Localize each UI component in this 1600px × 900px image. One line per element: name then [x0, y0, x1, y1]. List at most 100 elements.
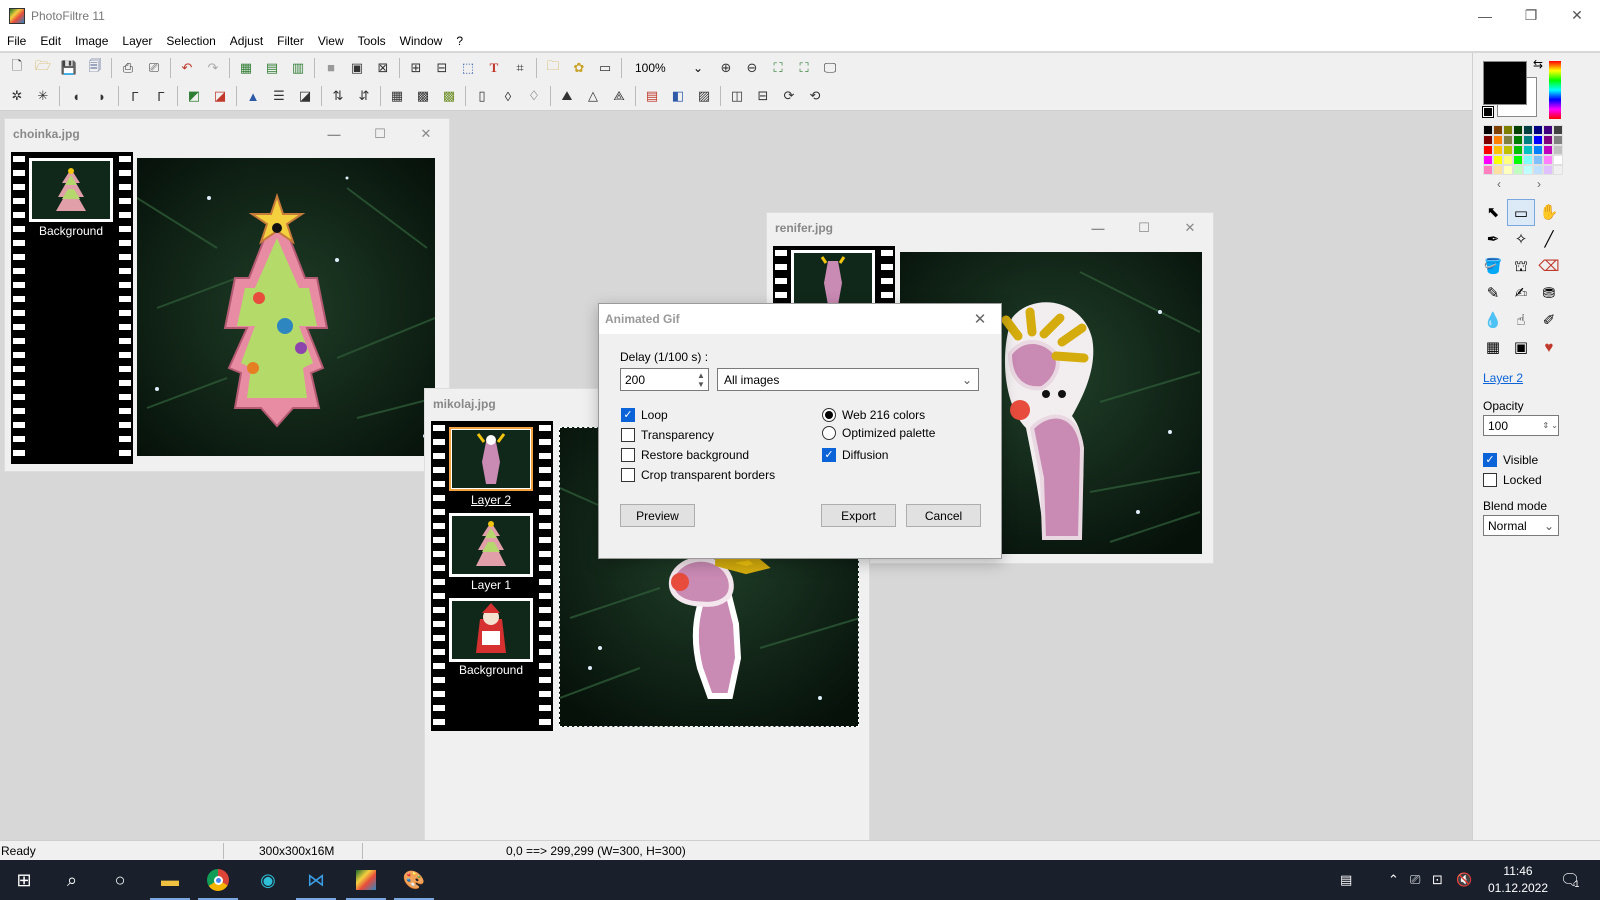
plugins-icon[interactable]: ✿ [566, 56, 592, 80]
fill-tool-icon[interactable]: 🪣 [1479, 253, 1507, 280]
diffusion-checkbox[interactable]: ✓ Diffusion [822, 448, 888, 462]
gamma-icon[interactable]: ▲ [240, 84, 266, 108]
palette-swatch[interactable] [1493, 165, 1503, 175]
menu-adjust[interactable]: Adjust [223, 31, 270, 51]
palette-swatch[interactable] [1483, 165, 1493, 175]
paste-new-icon[interactable]: ▥ [285, 56, 311, 80]
minimize-button[interactable]: — [1075, 213, 1121, 243]
spinner-arrows-icon[interactable]: ⇕ ⌄ [1542, 421, 1558, 430]
line-tool-icon[interactable]: ╱ [1535, 226, 1563, 253]
clock[interactable]: 11:46 01.12.2022 [1484, 860, 1552, 900]
close-button[interactable]: ✕ [1554, 0, 1600, 31]
menu-help[interactable]: ? [449, 31, 470, 51]
locked-checkbox[interactable]: Locked [1483, 473, 1542, 487]
portrait-tool-icon[interactable]: ▣ [1507, 334, 1535, 361]
fullscreen-icon[interactable]: 🖵 [817, 56, 843, 80]
filter-grid-1-icon[interactable]: ▦ [384, 84, 410, 108]
eyedropper-tool-icon[interactable]: ✒ [1479, 226, 1507, 253]
palette-swatch[interactable] [1513, 165, 1523, 175]
menu-filter[interactable]: Filter [270, 31, 311, 51]
grayscale-icon[interactable]: ■ [318, 56, 344, 80]
palette-swatch[interactable] [1493, 125, 1503, 135]
start-icon[interactable]: ⊞ [0, 860, 48, 900]
magic-wand-icon[interactable]: ✲ [4, 84, 30, 108]
spinner-arrows-icon[interactable]: ▲ ▼ [694, 371, 708, 389]
document-window-choinka[interactable]: choinka.jpg — ☐ ✕ Background [4, 118, 450, 472]
scope-select[interactable]: All images ⌄ [717, 368, 979, 391]
explorer-icon[interactable]: 🗀 [540, 56, 566, 80]
restore-button[interactable]: ❐ [1508, 0, 1554, 31]
saturation-down-icon[interactable]: ◩ [181, 84, 207, 108]
document-title-bar[interactable]: renifer.jpg — ☐ ✕ [767, 213, 1213, 243]
palette-swatch[interactable] [1483, 125, 1493, 135]
colors-icon[interactable]: ▣ [344, 56, 370, 80]
palette-swatch[interactable] [1543, 165, 1553, 175]
contrast-down-icon[interactable]: Γ [122, 84, 148, 108]
window-icon[interactable]: ▭ [592, 56, 618, 80]
saturation-up-icon[interactable]: ◪ [207, 84, 233, 108]
invert-icon[interactable]: ◪ [292, 84, 318, 108]
blur-icon[interactable]: ▯ [469, 84, 495, 108]
menu-layer[interactable]: Layer [115, 31, 159, 51]
layer-thumbnail[interactable] [449, 513, 533, 577]
palette-swatch[interactable] [1523, 155, 1533, 165]
opacity-spinner[interactable]: 100 ⇕ ⌄ [1483, 415, 1559, 436]
save-icon[interactable]: 💾 [56, 56, 82, 80]
edge-icon[interactable]: ◉ [244, 860, 292, 900]
file-explorer-icon[interactable]: ▬ [146, 860, 194, 900]
strawberry-tool-icon[interactable]: ♥ [1535, 334, 1563, 361]
crop-borders-checkbox[interactable]: Crop transparent borders [621, 468, 775, 482]
canvas-choinka[interactable] [137, 158, 435, 456]
image-size-icon[interactable]: ⊞ [403, 56, 429, 80]
palette-swatch[interactable] [1553, 165, 1563, 175]
menu-window[interactable]: Window [393, 31, 450, 51]
transparency-checkbox[interactable]: Transparency [621, 428, 714, 442]
close-button[interactable]: ✕ [1167, 213, 1213, 243]
reset-colors-icon[interactable] [1482, 106, 1494, 118]
open-folder-icon[interactable]: 🗁 [30, 56, 56, 80]
magic-wand-tool-icon[interactable]: ✧ [1507, 226, 1535, 253]
close-button[interactable]: ✕ [403, 119, 449, 149]
filter-grid-2-icon[interactable]: ▩ [410, 84, 436, 108]
text-icon[interactable]: T [481, 56, 507, 80]
palette-prev-icon[interactable]: ‹ [1497, 177, 1501, 191]
palette-swatch[interactable] [1523, 145, 1533, 155]
export-button[interactable]: Export [821, 504, 896, 527]
swap-colors-icon[interactable]: ⇆ [1533, 57, 1543, 71]
web216-radio[interactable]: Web 216 colors [822, 408, 925, 422]
palette-swatch[interactable] [1533, 155, 1543, 165]
contrast-up-icon[interactable]: Γ [148, 84, 174, 108]
canvas-size-icon[interactable]: ⊟ [429, 56, 455, 80]
stamp-tool-icon[interactable]: ⛃ [1535, 280, 1563, 307]
copy-icon[interactable]: ▦ [233, 56, 259, 80]
sharpen-more-icon[interactable]: △ [580, 84, 606, 108]
sharpen-icon[interactable]: ♢ [521, 84, 547, 108]
notifications-icon[interactable]: 🗨 1 [1560, 860, 1580, 900]
palette-swatch[interactable] [1543, 145, 1553, 155]
delay-spinner[interactable]: 200 ▲ ▼ [620, 368, 709, 391]
save-as-icon[interactable]: 🗐 [82, 56, 108, 80]
blend-mode-select[interactable]: Normal ⌄ [1483, 515, 1559, 536]
visible-checkbox[interactable]: ✓ Visible [1483, 453, 1538, 467]
volume-muted-icon[interactable]: 🔇 [1456, 860, 1472, 900]
palette-swatch[interactable] [1543, 125, 1553, 135]
palette-swatch[interactable] [1553, 155, 1563, 165]
selection-tool-icon[interactable]: ▭ [1507, 199, 1535, 226]
palette-swatch[interactable] [1513, 125, 1523, 135]
transparent-icon[interactable]: ⊠ [370, 56, 396, 80]
fit-window-icon[interactable]: ⛶ [765, 56, 791, 80]
palette-swatch[interactable] [1553, 125, 1563, 135]
palette-swatch[interactable] [1513, 145, 1523, 155]
document-title-bar[interactable]: choinka.jpg — ☐ ✕ [5, 119, 449, 149]
rotate-icon[interactable]: ⟳ [776, 84, 802, 108]
scan-icon[interactable]: ⎚ [141, 56, 167, 80]
mirror-icon[interactable]: ◫ [724, 84, 750, 108]
actual-size-icon[interactable]: ⛶ [791, 56, 817, 80]
restore-background-checkbox[interactable]: Restore background [621, 448, 749, 462]
auto-contrast-icon[interactable]: ⇅ [325, 84, 351, 108]
outline-icon[interactable]: ⟁ [606, 84, 632, 108]
hand-tool-icon[interactable]: ✋ [1535, 199, 1563, 226]
texture-icon[interactable]: ▨ [691, 84, 717, 108]
network-icon[interactable]: ⊡ [1432, 860, 1443, 900]
blur-tool-icon[interactable]: 💧 [1479, 307, 1507, 334]
